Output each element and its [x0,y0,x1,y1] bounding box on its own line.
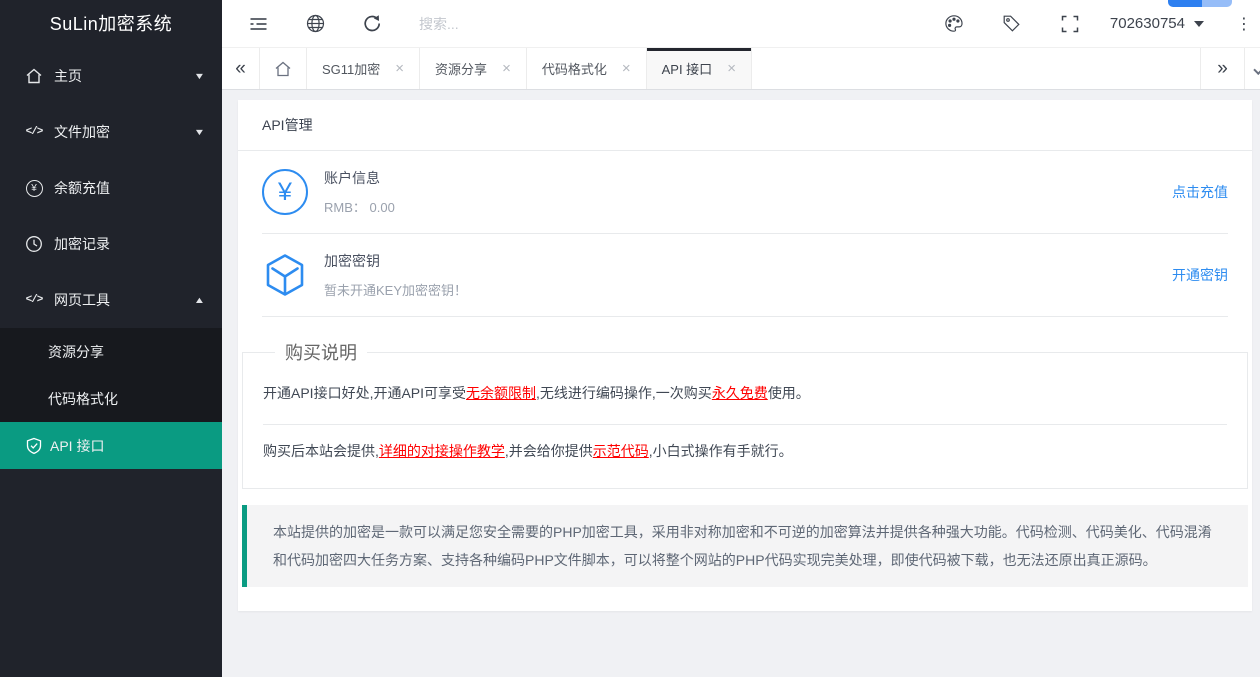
key-info-row: 加密密钥 暂未开通KEY加密密钥！ 开通密钥 [262,234,1228,317]
chevron-up-icon: ▲ [194,295,206,305]
web-tools-submenu: 资源分享 代码格式化 API 接口 [0,328,222,469]
tabbar-right-controls: » [1200,48,1260,89]
api-management-card: API管理 ¥ 账户信息 RMB： 0.00 点击充值 加密密钥 暂未开通KEY [238,100,1252,611]
tab-label: API 接口 [662,59,713,78]
tab-options-chevron-icon[interactable] [1244,48,1260,89]
close-icon[interactable]: × [622,61,631,76]
card-body: ¥ 账户信息 RMB： 0.00 点击充值 加密密钥 暂未开通KEY加密密钥！ … [238,151,1252,611]
tab-label: 资源分享 [435,59,487,78]
sidebar-item-label: 加密记录 [54,234,110,254]
user-menu[interactable]: 702630754 [1110,15,1204,32]
chevron-down-icon: ▼ [194,127,206,137]
text-segment: 购买后本站会提供, [263,443,379,459]
scroll-tabs-right-button[interactable]: » [1200,48,1244,89]
topbar: 702630754 ⋮ [222,0,1260,48]
shield-check-icon [24,436,44,456]
sidebar-item-label: 资源分享 [48,342,104,362]
text-segment: ,无线进行编码操作,一次购买 [536,385,712,401]
text-segment: 开通API接口好处,开通API可享受 [263,385,466,401]
yen-circle-icon: ¥ [262,169,308,215]
sidebar-item-label: 主页 [54,66,82,86]
tab-api[interactable]: API 接口 × [647,48,752,89]
account-info-row: ¥ 账户信息 RMB： 0.00 点击充值 [262,151,1228,234]
activate-key-link[interactable]: 开通密钥 [1172,265,1228,285]
cube-icon [262,252,308,298]
recharge-link[interactable]: 点击充值 [1172,182,1228,202]
code-icon: </> [24,122,44,142]
account-title: 账户信息 [324,168,395,188]
tab-sg11[interactable]: SG11加密 × [307,48,420,89]
purchase-paragraph-2: 购买后本站会提供,详细的对接操作教学,并会给你提供示范代码,小白式操作有手就行。 [263,425,1227,482]
account-balance: RMB： 0.00 [324,197,395,216]
tab-label: 代码格式化 [542,59,607,78]
chevron-down-icon: ▼ [194,71,206,81]
clock-icon [24,234,44,254]
sidebar-item-recharge[interactable]: ¥ 余额充值 [0,160,222,216]
sidebar: SuLin加密系统 主页 ▼ </> 文件加密 ▼ ¥ 余额充值 加密记录 </… [0,0,222,677]
globe-icon[interactable] [305,14,325,34]
chevron-down-icon [1194,21,1204,27]
user-id: 702630754 [1110,15,1185,32]
purchase-legend: 购买说明 [275,339,367,365]
sidebar-item-label: 网页工具 [54,290,110,310]
sidebar-item-code-format[interactable]: 代码格式化 [0,375,222,422]
purchase-paragraph-1: 开通API接口好处,开通API可享受无余额限制,无线进行编码操作,一次购买永久免… [263,367,1227,425]
home-icon [24,66,44,86]
account-info-text: 账户信息 RMB： 0.00 [324,168,395,216]
collapse-menu-icon[interactable] [248,14,268,34]
code-icon: </> [24,290,44,310]
sidebar-item-records[interactable]: 加密记录 [0,216,222,272]
highlighted-text: 无余额限制 [466,385,536,401]
yen-circle-icon: ¥ [24,178,44,198]
purchase-instructions: 购买说明 开通API接口好处,开通API可享受无余额限制,无线进行编码操作,一次… [242,339,1248,489]
topbar-actions: 702630754 ⋮ [906,14,1254,34]
tab-resource-share[interactable]: 资源分享 × [420,48,527,89]
sidebar-item-file-encrypt[interactable]: </> 文件加密 ▼ [0,104,222,160]
text-segment: 使用。 [768,385,810,401]
sidebar-item-api[interactable]: API 接口 [0,422,222,469]
tab-label: SG11加密 [322,59,380,78]
sidebar-item-label: API 接口 [50,436,104,456]
more-vertical-icon[interactable]: ⋮ [1234,14,1254,34]
close-icon[interactable]: × [502,61,511,76]
product-description-note: 本站提供的加密是一款可以满足您安全需要的PHP加密工具，采用非对称加密和不可逆的… [242,505,1248,587]
search-input[interactable] [419,16,649,32]
sidebar-item-label: 代码格式化 [48,389,118,409]
theme-palette-icon[interactable] [944,14,964,34]
highlighted-text: 永久免费 [712,385,768,401]
highlighted-text: 示范代码 [593,443,649,459]
main-content: API管理 ¥ 账户信息 RMB： 0.00 点击充值 加密密钥 暂未开通KEY [222,90,1260,677]
tabbar: « SG11加密 × 资源分享 × 代码格式化 × API 接口 × » [222,48,1260,90]
tab-code-format[interactable]: 代码格式化 × [527,48,647,89]
refresh-icon[interactable] [362,14,382,34]
highlighted-text: 详细的对接操作教学 [379,443,505,459]
home-tab[interactable] [260,48,307,89]
close-icon[interactable]: × [727,61,736,76]
close-icon[interactable]: × [395,61,404,76]
scroll-tabs-left-button[interactable]: « [222,48,260,89]
key-info-text: 加密密钥 暂未开通KEY加密密钥！ [324,251,467,299]
fullscreen-icon[interactable] [1060,14,1080,34]
app-title: SuLin加密系统 [0,0,222,48]
tag-icon[interactable] [1002,14,1022,34]
clipped-tooltip [1168,0,1232,7]
key-title: 加密密钥 [324,251,467,271]
sidebar-item-label: 文件加密 [54,122,110,142]
sidebar-item-label: 余额充值 [54,178,110,198]
sidebar-item-home[interactable]: 主页 ▼ [0,48,222,104]
sidebar-item-web-tools[interactable]: </> 网页工具 ▲ [0,272,222,328]
sidebar-item-resource-share[interactable]: 资源分享 [0,328,222,375]
text-segment: ,并会给你提供 [505,443,593,459]
page-title: API管理 [238,100,1252,151]
text-segment: ,小白式操作有手就行。 [649,443,793,459]
key-status: 暂未开通KEY加密密钥！ [324,280,467,299]
